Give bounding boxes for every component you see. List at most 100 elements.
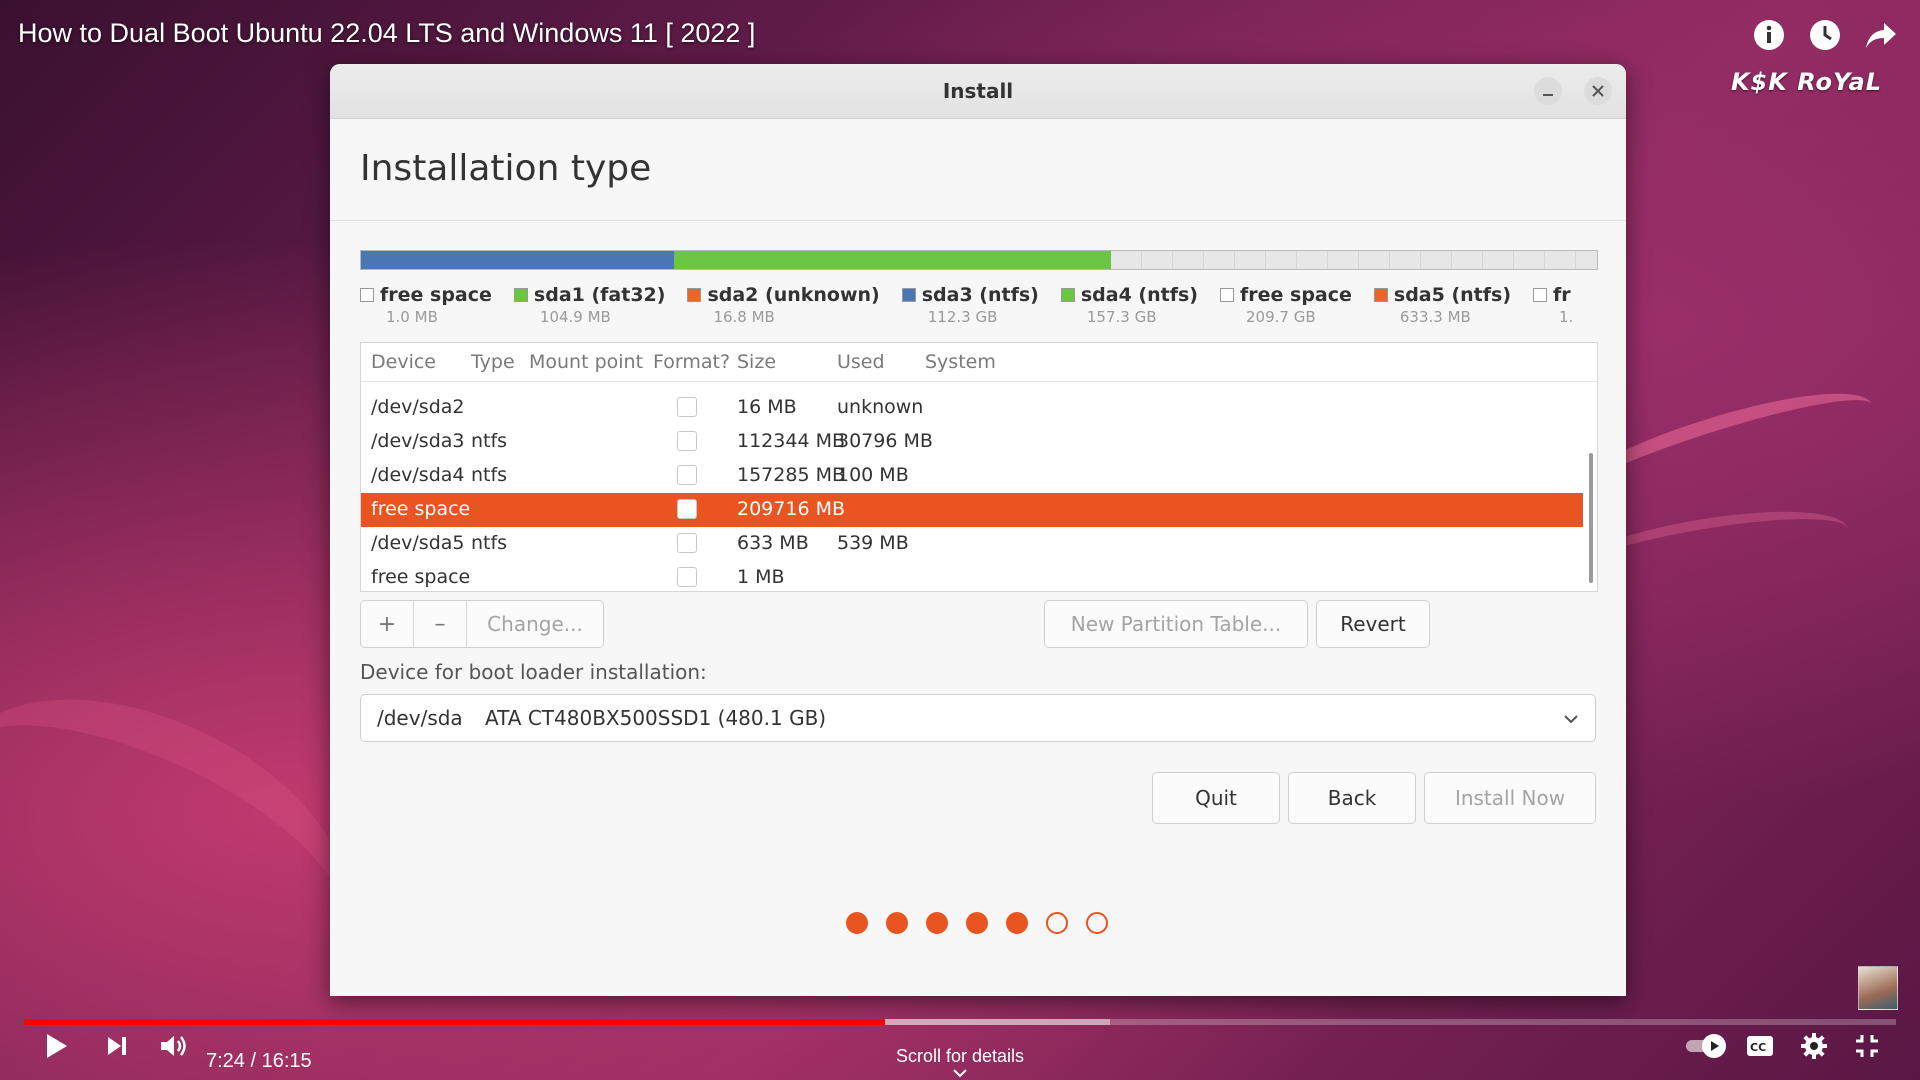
step-dot (1086, 912, 1108, 934)
autoplay-toggle[interactable] (1684, 1030, 1728, 1062)
legend-swatch (1219, 288, 1234, 302)
cell-used: 539 MB (837, 532, 909, 554)
table-scrollbar[interactable] (1589, 453, 1593, 583)
col-type[interactable]: Type (471, 351, 515, 373)
legend-item: sda2 (unknown) 16.8 MB (687, 284, 880, 326)
exit-fullscreen-button[interactable] (1854, 1030, 1880, 1062)
cell-type: ntfs (471, 464, 508, 486)
bootloader-select[interactable]: /dev/sda ATA CT480BX500SSD1 (480.1 GB) (360, 694, 1596, 742)
step-dot (846, 912, 868, 934)
install-window: Install Installation type free space 1.0 … (330, 64, 1626, 996)
col-format[interactable]: Format? (653, 351, 730, 373)
divider (330, 220, 1626, 221)
col-used[interactable]: Used (837, 351, 885, 373)
table-row[interactable]: /dev/sda2 16 MB unknown (361, 391, 1583, 425)
step-dot (1006, 912, 1028, 934)
install-now-button[interactable]: Install Now (1424, 772, 1596, 824)
legend-name: free space (1239, 284, 1352, 306)
cell-device: /dev/sda4 (371, 464, 465, 486)
close-button[interactable] (1584, 77, 1612, 105)
cell-size: 112344 MB (737, 430, 845, 452)
partition-bar-segment (361, 251, 674, 269)
video-controls: 7:24 / 16:15 Scroll for details CC (0, 1010, 1920, 1080)
channel-watermark: K$K RoYaL (1730, 68, 1882, 96)
table-row[interactable]: /dev/sda5 ntfs 633 MB 539 MB (361, 527, 1583, 561)
format-checkbox[interactable] (677, 465, 697, 485)
table-row[interactable]: /dev/sda3 ntfs 112344 MB 30796 MB (361, 425, 1583, 459)
cell-type: ntfs (471, 532, 508, 554)
partition-bar-segment (1111, 251, 1597, 269)
share-icon[interactable] (1864, 18, 1898, 52)
cell-type: ntfs (471, 430, 508, 452)
cell-size: 157285 MB (737, 464, 845, 486)
remove-partition-button[interactable]: – (414, 601, 467, 647)
format-checkbox[interactable] (677, 499, 697, 519)
col-device[interactable]: Device (371, 351, 436, 373)
format-checkbox[interactable] (677, 533, 697, 553)
legend-swatch (513, 288, 528, 302)
cell-device: free space (371, 498, 471, 520)
autoplay-toggle-icon (1686, 1034, 1726, 1058)
col-size[interactable]: Size (737, 351, 776, 373)
step-dot (926, 912, 948, 934)
legend-swatch (360, 288, 374, 302)
minimize-button[interactable] (1534, 77, 1562, 105)
legend-name: sda5 (ntfs) (1393, 284, 1512, 306)
change-partition-button[interactable]: Change... (467, 601, 603, 647)
col-system[interactable]: System (925, 351, 996, 373)
new-partition-table-button[interactable]: New Partition Table... (1044, 600, 1308, 648)
video-title[interactable]: How to Dual Boot Ubuntu 22.04 LTS and Wi… (18, 18, 755, 49)
back-button[interactable]: Back (1288, 772, 1416, 824)
legend-size: 104.9 MB (539, 308, 611, 326)
info-icon[interactable] (1752, 18, 1786, 52)
legend-swatch (901, 288, 916, 302)
cell-size: 633 MB (737, 532, 809, 554)
table-row[interactable]: /dev/sda4 ntfs 157285 MB 100 MB (361, 459, 1583, 493)
settings-button[interactable] (1800, 1030, 1828, 1062)
legend-swatch (687, 288, 702, 302)
legend-item: free space 209.7 GB (1219, 284, 1352, 326)
settings-icon (1801, 1033, 1827, 1059)
table-row[interactable]: free space 1 MB (361, 561, 1583, 591)
cell-device: /dev/sda2 (371, 396, 465, 418)
window-titlebar[interactable]: Install (330, 64, 1626, 119)
col-mount-point[interactable]: Mount point (529, 351, 643, 373)
revert-button[interactable]: Revert (1316, 600, 1430, 648)
add-partition-button[interactable]: + (361, 601, 414, 647)
partition-legend: free space 1.0 MB sda1 (fat32) 104.9 MB sda2… (360, 284, 1596, 334)
legend-size: 1. (1559, 308, 1574, 326)
legend-item: free space 1.0 MB (360, 284, 492, 326)
legend-swatch (1060, 288, 1075, 302)
cell-used: unknown (837, 396, 924, 418)
partition-table: Device Type Mount point Format? Size Use… (360, 342, 1598, 592)
legend-item: sda3 (ntfs) 112.3 GB (901, 284, 1039, 326)
format-checkbox[interactable] (677, 567, 697, 587)
close-icon (1592, 85, 1604, 97)
quit-button[interactable]: Quit (1152, 772, 1280, 824)
legend-name: sda4 (ntfs) (1080, 284, 1198, 306)
page-heading: Installation type (360, 148, 652, 189)
legend-size: 16.8 MB (713, 308, 775, 326)
legend-name: free space (380, 284, 492, 306)
legend-size: 157.3 GB (1086, 308, 1157, 326)
cell-used: 100 MB (837, 464, 909, 486)
partition-button-group: + – Change... (360, 600, 604, 648)
minimize-icon (1543, 94, 1553, 96)
legend-item: sda5 (ntfs) 633.3 MB (1373, 284, 1512, 326)
captions-icon: CC (1747, 1036, 1773, 1056)
legend-name: sda2 (unknown) (707, 284, 880, 306)
table-row[interactable]: free space 209716 MB (361, 493, 1583, 527)
cell-size: 16 MB (737, 396, 797, 418)
captions-button[interactable]: CC (1746, 1030, 1774, 1062)
partition-bar (360, 250, 1598, 270)
channel-thumbnail[interactable] (1858, 966, 1898, 1010)
chevron-down-icon[interactable] (952, 1068, 968, 1078)
legend-size: 209.7 GB (1245, 308, 1316, 326)
legend-item: sda4 (ntfs) 157.3 GB (1060, 284, 1198, 326)
scroll-for-details[interactable]: Scroll for details (0, 1046, 1920, 1067)
bootloader-device-name: ATA CT480BX500SSD1 (480.1 GB) (485, 706, 827, 730)
exit-fullscreen-icon (1856, 1035, 1878, 1057)
format-checkbox[interactable] (677, 397, 697, 417)
format-checkbox[interactable] (677, 431, 697, 451)
watch-later-icon[interactable] (1808, 18, 1842, 52)
